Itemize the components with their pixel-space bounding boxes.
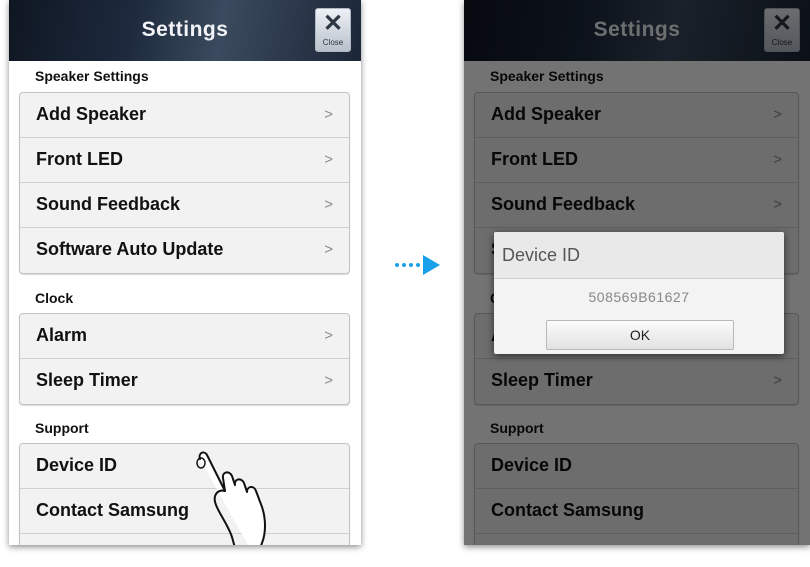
settings-item-label: Sound Feedback <box>36 194 181 214</box>
settings-item-label: Software Auto Update <box>36 239 224 259</box>
dialog-title-bar: Device ID <box>494 232 784 279</box>
device-id-value: 508569B61627 <box>588 289 690 305</box>
chevron-right-icon: > <box>324 196 333 213</box>
chevron-right-icon: > <box>324 106 333 123</box>
close-icon: ✕ <box>322 10 344 37</box>
chevron-right-icon: > <box>324 372 333 389</box>
settings-item-label: Add Speaker <box>36 104 147 124</box>
hand-tap-icon <box>196 451 266 545</box>
speaker-settings-group: Add Speaker > Front LED > Sound Feedback… <box>19 92 350 274</box>
dialog-title: Device ID <box>502 245 581 265</box>
page-title: Settings <box>141 18 229 41</box>
chevron-right-icon: > <box>324 151 333 168</box>
settings-item-label: Alarm <box>36 325 88 345</box>
chevron-right-icon: > <box>324 241 333 258</box>
section-header-clock: Clock <box>35 290 74 306</box>
settings-item-sleep-timer[interactable]: Sleep Timer > <box>20 359 349 404</box>
settings-item-add-speaker[interactable]: Add Speaker > <box>20 93 349 138</box>
support-group: Device ID Contact Samsung <box>19 443 350 545</box>
settings-item-label: Sleep Timer <box>36 370 138 390</box>
settings-item-label: Front LED <box>36 149 123 169</box>
settings-screen-after: Settings ✕ Close Speaker Settings Add Sp… <box>464 0 810 545</box>
title-bar: Settings ✕ Close <box>9 0 361 61</box>
settings-item-software-auto-update[interactable]: Software Auto Update > <box>20 228 349 273</box>
section-header-speaker-settings: Speaker Settings <box>35 68 149 84</box>
section-header-support: Support <box>35 420 89 436</box>
ok-button[interactable]: OK <box>546 320 734 350</box>
settings-item-label: Contact Samsung <box>36 500 190 520</box>
ok-button-label: OK <box>629 327 651 343</box>
settings-item-front-led[interactable]: Front LED > <box>20 138 349 183</box>
settings-screen-before: Settings ✕ Close Speaker Settings Add Sp… <box>9 0 361 545</box>
close-label: Close <box>322 38 344 47</box>
settings-item-device-id[interactable]: Device ID <box>20 444 349 489</box>
settings-item-sound-feedback[interactable]: Sound Feedback > <box>20 183 349 228</box>
settings-item-label: Device ID <box>36 455 118 475</box>
arrow-right-icon <box>395 255 440 275</box>
settings-item-contact-samsung[interactable]: Contact Samsung <box>20 489 349 534</box>
device-id-dialog: Device ID 508569B61627 OK <box>494 232 784 354</box>
clock-group: Alarm > Sleep Timer > <box>19 313 350 405</box>
close-button[interactable]: ✕ Close <box>315 8 351 52</box>
settings-item-alarm[interactable]: Alarm > <box>20 314 349 359</box>
chevron-right-icon: > <box>324 327 333 344</box>
